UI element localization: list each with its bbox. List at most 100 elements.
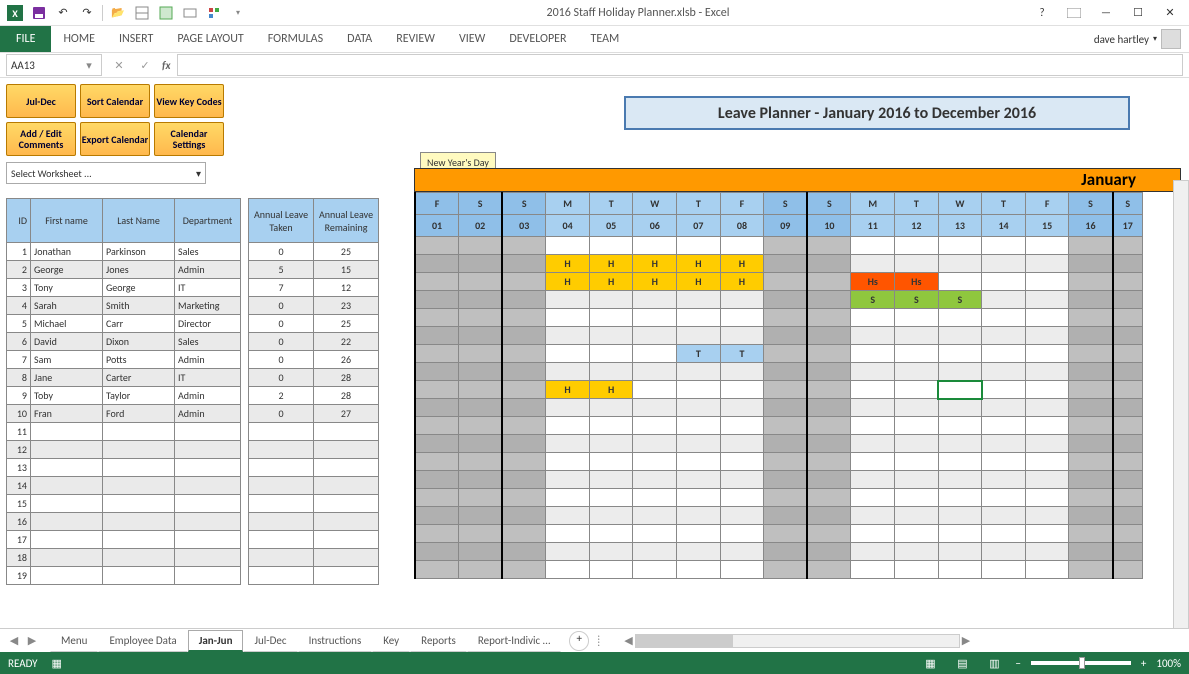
calendar-cell[interactable] bbox=[1113, 561, 1143, 579]
calendar-cell[interactable] bbox=[720, 453, 764, 471]
calendar-cell[interactable] bbox=[502, 471, 546, 489]
calendar-cell[interactable] bbox=[938, 489, 982, 507]
calendar-cell[interactable] bbox=[851, 309, 895, 327]
calendar-cell[interactable] bbox=[1069, 309, 1113, 327]
calendar-cell[interactable] bbox=[502, 273, 546, 291]
calendar-cell[interactable] bbox=[677, 543, 721, 561]
calendar-cell[interactable] bbox=[1113, 507, 1143, 525]
table-row[interactable]: 3TonyGeorgeIT bbox=[7, 279, 241, 297]
calendar-cell[interactable] bbox=[415, 399, 459, 417]
table-row[interactable]: 9TobyTaylorAdmin bbox=[7, 387, 241, 405]
calendar-cell[interactable] bbox=[633, 345, 677, 363]
calendar-cell[interactable] bbox=[677, 489, 721, 507]
calendar-cell[interactable] bbox=[938, 453, 982, 471]
calendar-cell[interactable] bbox=[459, 525, 503, 543]
worksheet-select[interactable]: Select Worksheet ...▾ bbox=[6, 162, 206, 184]
tab-data[interactable]: DATA bbox=[335, 26, 384, 52]
calendar-cell[interactable] bbox=[633, 453, 677, 471]
cancel-formula-icon[interactable]: ✕ bbox=[110, 59, 128, 72]
sheet-tab[interactable]: Reports bbox=[410, 630, 467, 652]
table-row[interactable]: 027 bbox=[249, 405, 379, 423]
calendar-row[interactable] bbox=[415, 453, 1143, 471]
calendar-cell[interactable] bbox=[633, 561, 677, 579]
calendar-cell[interactable] bbox=[938, 543, 982, 561]
calendar-cell[interactable] bbox=[720, 561, 764, 579]
calendar-cell[interactable] bbox=[415, 363, 459, 381]
table-row[interactable]: 14 bbox=[7, 477, 241, 495]
table-row[interactable]: 028 bbox=[249, 369, 379, 387]
add-sheet-button[interactable]: + bbox=[569, 631, 589, 651]
tab-insert[interactable]: INSERT bbox=[107, 26, 165, 52]
calendar-cell[interactable] bbox=[938, 237, 982, 255]
qat-icon-4[interactable] bbox=[203, 2, 225, 24]
calendar-cell[interactable] bbox=[851, 435, 895, 453]
calendar-cell[interactable] bbox=[938, 255, 982, 273]
calendar-cell[interactable] bbox=[938, 399, 982, 417]
calendar-cell[interactable] bbox=[807, 453, 851, 471]
calendar-cell[interactable] bbox=[1113, 417, 1143, 435]
calendar-cell[interactable] bbox=[720, 417, 764, 435]
calendar-cell[interactable] bbox=[1069, 345, 1113, 363]
calendar-cell[interactable] bbox=[807, 309, 851, 327]
calendar-cell[interactable] bbox=[633, 381, 677, 399]
macro-btn-5[interactable]: Calendar Settings bbox=[154, 122, 224, 156]
calendar-cell[interactable] bbox=[938, 471, 982, 489]
calendar-cell[interactable] bbox=[982, 255, 1026, 273]
calendar-cell[interactable] bbox=[895, 543, 939, 561]
calendar-cell[interactable] bbox=[1113, 237, 1143, 255]
calendar-cell[interactable] bbox=[1069, 507, 1113, 525]
calendar-cell[interactable] bbox=[938, 309, 982, 327]
calendar-cell[interactable] bbox=[459, 471, 503, 489]
calendar-cell[interactable] bbox=[807, 435, 851, 453]
calendar-cell[interactable] bbox=[895, 399, 939, 417]
calendar-cell[interactable] bbox=[459, 237, 503, 255]
calendar-cell[interactable] bbox=[764, 309, 808, 327]
zoom-level[interactable]: 100% bbox=[1156, 657, 1181, 670]
calendar-cell[interactable] bbox=[895, 489, 939, 507]
calendar-cell[interactable] bbox=[502, 561, 546, 579]
calendar-cell[interactable] bbox=[807, 507, 851, 525]
tab-review[interactable]: REVIEW bbox=[384, 26, 447, 52]
calendar-cell[interactable] bbox=[677, 453, 721, 471]
calendar-row[interactable] bbox=[415, 561, 1143, 579]
calendar-cell[interactable] bbox=[546, 237, 590, 255]
calendar-cell[interactable] bbox=[589, 489, 633, 507]
calendar-cell[interactable] bbox=[938, 435, 982, 453]
calendar-cell[interactable] bbox=[1025, 273, 1069, 291]
calendar-cell[interactable] bbox=[502, 453, 546, 471]
calendar-cell[interactable] bbox=[982, 273, 1026, 291]
calendar-cell[interactable] bbox=[895, 363, 939, 381]
macro-btn-4[interactable]: Export Calendar bbox=[80, 122, 150, 156]
table-row[interactable]: 7SamPottsAdmin bbox=[7, 351, 241, 369]
tab-developer[interactable]: DEVELOPER bbox=[497, 26, 578, 52]
calendar-cell[interactable] bbox=[1025, 255, 1069, 273]
calendar-cell[interactable] bbox=[633, 237, 677, 255]
calendar-cell[interactable] bbox=[851, 363, 895, 381]
calendar-cell[interactable] bbox=[415, 525, 459, 543]
calendar-cell[interactable] bbox=[546, 525, 590, 543]
calendar-cell[interactable] bbox=[1113, 291, 1143, 309]
calendar-cell[interactable] bbox=[764, 507, 808, 525]
calendar-cell[interactable] bbox=[764, 417, 808, 435]
calendar-cell[interactable]: H bbox=[633, 255, 677, 273]
user-name[interactable]: dave hartley bbox=[1094, 33, 1149, 46]
calendar-cell[interactable] bbox=[502, 435, 546, 453]
calendar-cell[interactable] bbox=[459, 363, 503, 381]
calendar-cell[interactable] bbox=[1069, 543, 1113, 561]
calendar-cell[interactable] bbox=[1113, 255, 1143, 273]
calendar-cell[interactable] bbox=[764, 255, 808, 273]
calendar-cell[interactable] bbox=[764, 489, 808, 507]
calendar-cell[interactable] bbox=[720, 435, 764, 453]
redo-icon[interactable]: ↷ bbox=[76, 2, 98, 24]
calendar-row[interactable] bbox=[415, 417, 1143, 435]
qat-dropdown-icon[interactable]: ▾ bbox=[227, 2, 249, 24]
qat-icon-1[interactable] bbox=[131, 2, 153, 24]
calendar-cell[interactable] bbox=[546, 561, 590, 579]
calendar-cell[interactable] bbox=[982, 345, 1026, 363]
calendar-cell[interactable] bbox=[1069, 327, 1113, 345]
calendar-cell[interactable] bbox=[1113, 399, 1143, 417]
calendar-cell[interactable] bbox=[502, 363, 546, 381]
calendar-cell[interactable] bbox=[589, 561, 633, 579]
calendar-cell[interactable] bbox=[502, 237, 546, 255]
calendar-cell[interactable] bbox=[415, 291, 459, 309]
